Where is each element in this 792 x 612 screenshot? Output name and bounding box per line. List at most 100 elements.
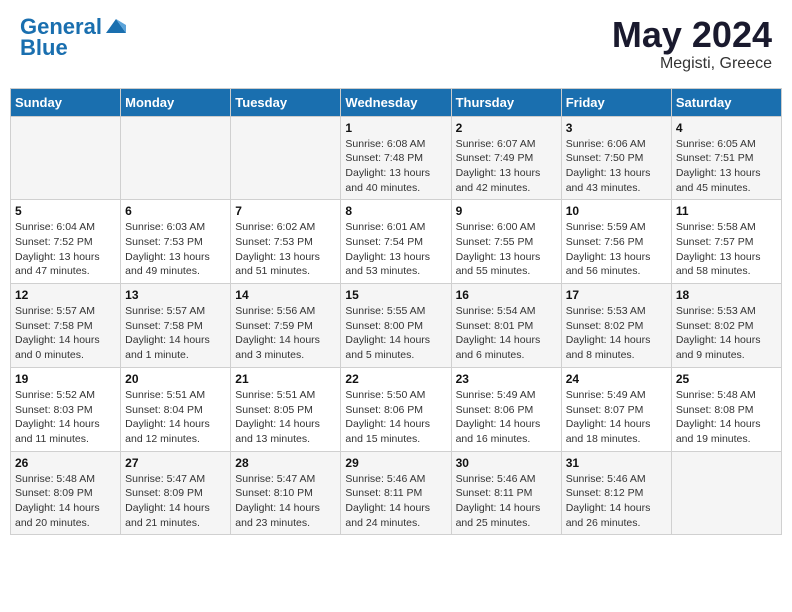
day-detail: Sunrise: 6:07 AM Sunset: 7:49 PM Dayligh… [456,137,557,196]
calendar-cell: 8 Sunrise: 6:01 AM Sunset: 7:54 PM Daylig… [341,200,451,284]
calendar-cell: 28 Sunrise: 5:47 AM Sunset: 8:10 PM Dayli… [231,451,341,535]
day-detail: Sunrise: 6:02 AM Sunset: 7:53 PM Dayligh… [235,220,336,279]
day-number: 8 [345,204,446,218]
day-detail: Sunrise: 5:46 AM Sunset: 8:11 PM Dayligh… [456,472,557,531]
day-number: 12 [15,288,116,302]
logo-icon [104,15,128,39]
calendar-cell: 16 Sunrise: 5:54 AM Sunset: 8:01 PM Dayli… [451,284,561,368]
day-detail: Sunrise: 5:56 AM Sunset: 7:59 PM Dayligh… [235,304,336,363]
day-number: 4 [676,121,777,135]
day-number: 3 [566,121,667,135]
calendar-cell [121,116,231,200]
day-number: 21 [235,372,336,386]
day-number: 2 [456,121,557,135]
day-number: 22 [345,372,446,386]
calendar-cell: 29 Sunrise: 5:46 AM Sunset: 8:11 PM Dayli… [341,451,451,535]
day-detail: Sunrise: 5:46 AM Sunset: 8:11 PM Dayligh… [345,472,446,531]
calendar-cell: 22 Sunrise: 5:50 AM Sunset: 8:06 PM Dayli… [341,367,451,451]
day-number: 16 [456,288,557,302]
day-number: 30 [456,456,557,470]
day-number: 1 [345,121,446,135]
day-detail: Sunrise: 5:47 AM Sunset: 8:09 PM Dayligh… [125,472,226,531]
day-detail: Sunrise: 5:54 AM Sunset: 8:01 PM Dayligh… [456,304,557,363]
calendar-header-monday: Monday [121,88,231,116]
day-detail: Sunrise: 5:47 AM Sunset: 8:10 PM Dayligh… [235,472,336,531]
day-number: 5 [15,204,116,218]
day-detail: Sunrise: 5:51 AM Sunset: 8:05 PM Dayligh… [235,388,336,447]
calendar-header-saturday: Saturday [671,88,781,116]
calendar-cell: 19 Sunrise: 5:52 AM Sunset: 8:03 PM Dayli… [11,367,121,451]
day-detail: Sunrise: 5:52 AM Sunset: 8:03 PM Dayligh… [15,388,116,447]
day-number: 31 [566,456,667,470]
calendar-header-wednesday: Wednesday [341,88,451,116]
calendar-week-1: 1 Sunrise: 6:08 AM Sunset: 7:48 PM Daylig… [11,116,782,200]
day-detail: Sunrise: 5:49 AM Sunset: 8:07 PM Dayligh… [566,388,667,447]
calendar-cell: 23 Sunrise: 5:49 AM Sunset: 8:06 PM Dayli… [451,367,561,451]
calendar-cell: 12 Sunrise: 5:57 AM Sunset: 7:58 PM Dayli… [11,284,121,368]
day-number: 17 [566,288,667,302]
day-number: 18 [676,288,777,302]
day-number: 29 [345,456,446,470]
calendar-cell: 25 Sunrise: 5:48 AM Sunset: 8:08 PM Dayli… [671,367,781,451]
day-detail: Sunrise: 6:04 AM Sunset: 7:52 PM Dayligh… [15,220,116,279]
month-year-title: May 2024 [612,15,772,55]
day-detail: Sunrise: 6:00 AM Sunset: 7:55 PM Dayligh… [456,220,557,279]
calendar-cell: 11Sunrise: 5:58 AM Sunset: 7:57 PM Dayli… [671,200,781,284]
calendar-cell: 7 Sunrise: 6:02 AM Sunset: 7:53 PM Daylig… [231,200,341,284]
calendar-cell: 30 Sunrise: 5:46 AM Sunset: 8:11 PM Dayli… [451,451,561,535]
calendar-cell: 21 Sunrise: 5:51 AM Sunset: 8:05 PM Dayli… [231,367,341,451]
calendar-cell: 4 Sunrise: 6:05 AM Sunset: 7:51 PM Daylig… [671,116,781,200]
day-detail: Sunrise: 6:05 AM Sunset: 7:51 PM Dayligh… [676,137,777,196]
day-number: 25 [676,372,777,386]
calendar-week-2: 5 Sunrise: 6:04 AM Sunset: 7:52 PM Daylig… [11,200,782,284]
calendar-cell: 27Sunrise: 5:47 AM Sunset: 8:09 PM Dayli… [121,451,231,535]
day-number: 20 [125,372,226,386]
day-detail: Sunrise: 6:08 AM Sunset: 7:48 PM Dayligh… [345,137,446,196]
page-header: General Blue May 2024 Megisti, Greece [10,10,782,78]
calendar-cell: 31 Sunrise: 5:46 AM Sunset: 8:12 PM Dayli… [561,451,671,535]
day-number: 9 [456,204,557,218]
day-detail: Sunrise: 5:57 AM Sunset: 7:58 PM Dayligh… [125,304,226,363]
calendar-header-friday: Friday [561,88,671,116]
calendar-week-4: 19 Sunrise: 5:52 AM Sunset: 8:03 PM Dayli… [11,367,782,451]
calendar-cell [231,116,341,200]
day-detail: Sunrise: 5:48 AM Sunset: 8:09 PM Dayligh… [15,472,116,531]
calendar-cell: 24 Sunrise: 5:49 AM Sunset: 8:07 PM Dayli… [561,367,671,451]
day-number: 26 [15,456,116,470]
day-number: 24 [566,372,667,386]
calendar-table: SundayMondayTuesdayWednesdayThursdayFrid… [10,88,782,536]
day-detail: Sunrise: 5:53 AM Sunset: 8:02 PM Dayligh… [566,304,667,363]
day-detail: Sunrise: 5:48 AM Sunset: 8:08 PM Dayligh… [676,388,777,447]
logo: General Blue [20,15,128,61]
day-number: 15 [345,288,446,302]
calendar-header-sunday: Sunday [11,88,121,116]
day-detail: Sunrise: 6:01 AM Sunset: 7:54 PM Dayligh… [345,220,446,279]
calendar-cell: 1 Sunrise: 6:08 AM Sunset: 7:48 PM Daylig… [341,116,451,200]
day-detail: Sunrise: 5:49 AM Sunset: 8:06 PM Dayligh… [456,388,557,447]
day-detail: Sunrise: 5:50 AM Sunset: 8:06 PM Dayligh… [345,388,446,447]
calendar-week-5: 26 Sunrise: 5:48 AM Sunset: 8:09 PM Dayli… [11,451,782,535]
calendar-cell: 6 Sunrise: 6:03 AM Sunset: 7:53 PM Daylig… [121,200,231,284]
calendar-header-row: SundayMondayTuesdayWednesdayThursdayFrid… [11,88,782,116]
day-number: 23 [456,372,557,386]
day-detail: Sunrise: 6:03 AM Sunset: 7:53 PM Dayligh… [125,220,226,279]
day-number: 28 [235,456,336,470]
day-detail: Sunrise: 5:59 AM Sunset: 7:56 PM Dayligh… [566,220,667,279]
day-number: 19 [15,372,116,386]
day-number: 6 [125,204,226,218]
day-detail: Sunrise: 6:06 AM Sunset: 7:50 PM Dayligh… [566,137,667,196]
calendar-cell: 14 Sunrise: 5:56 AM Sunset: 7:59 PM Dayli… [231,284,341,368]
calendar-week-3: 12 Sunrise: 5:57 AM Sunset: 7:58 PM Dayli… [11,284,782,368]
calendar-cell: 10Sunrise: 5:59 AM Sunset: 7:56 PM Dayli… [561,200,671,284]
calendar-cell: 13 Sunrise: 5:57 AM Sunset: 7:58 PM Dayli… [121,284,231,368]
day-detail: Sunrise: 5:46 AM Sunset: 8:12 PM Dayligh… [566,472,667,531]
calendar-cell: 17 Sunrise: 5:53 AM Sunset: 8:02 PM Dayli… [561,284,671,368]
day-number: 13 [125,288,226,302]
title-block: May 2024 Megisti, Greece [612,15,772,73]
day-number: 7 [235,204,336,218]
day-detail: Sunrise: 5:57 AM Sunset: 7:58 PM Dayligh… [15,304,116,363]
calendar-cell: 18Sunrise: 5:53 AM Sunset: 8:02 PM Dayli… [671,284,781,368]
calendar-header-tuesday: Tuesday [231,88,341,116]
day-number: 14 [235,288,336,302]
calendar-header-thursday: Thursday [451,88,561,116]
